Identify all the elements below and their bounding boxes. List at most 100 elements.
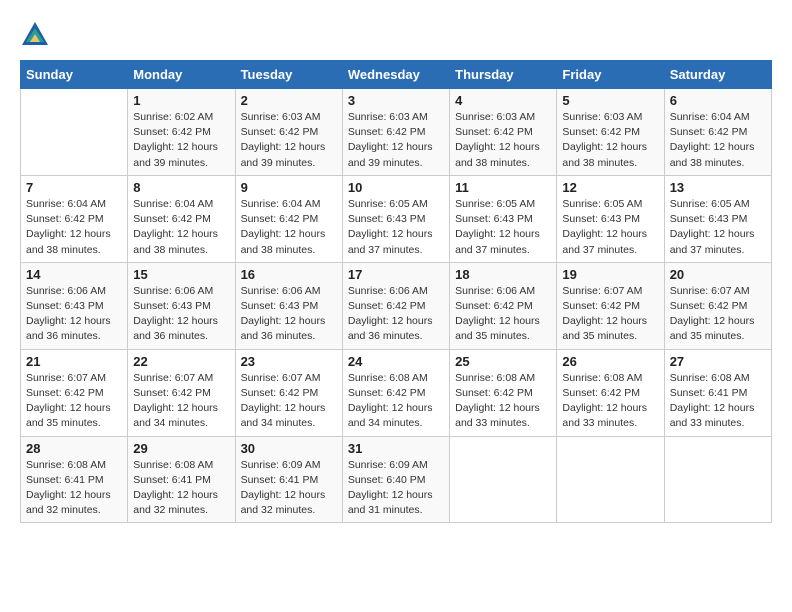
day-info: Sunrise: 6:07 AM Sunset: 6:42 PM Dayligh… [562, 284, 658, 345]
calendar-cell: 22 Sunrise: 6:07 AM Sunset: 6:42 PM Dayli… [128, 349, 235, 436]
day-info: Sunrise: 6:04 AM Sunset: 6:42 PM Dayligh… [670, 110, 766, 171]
day-info: Sunrise: 6:09 AM Sunset: 6:40 PM Dayligh… [348, 458, 444, 519]
calendar-cell [21, 89, 128, 176]
calendar-week-1: 1 Sunrise: 6:02 AM Sunset: 6:42 PM Daylig… [21, 89, 772, 176]
header-saturday: Saturday [664, 61, 771, 89]
day-info: Sunrise: 6:07 AM Sunset: 6:42 PM Dayligh… [670, 284, 766, 345]
day-number: 7 [26, 180, 122, 195]
day-info: Sunrise: 6:09 AM Sunset: 6:41 PM Dayligh… [241, 458, 337, 519]
calendar-cell [557, 436, 664, 523]
day-number: 16 [241, 267, 337, 282]
calendar-week-4: 21 Sunrise: 6:07 AM Sunset: 6:42 PM Dayli… [21, 349, 772, 436]
calendar-cell: 13 Sunrise: 6:05 AM Sunset: 6:43 PM Dayli… [664, 175, 771, 262]
day-info: Sunrise: 6:05 AM Sunset: 6:43 PM Dayligh… [562, 197, 658, 258]
calendar-cell: 31 Sunrise: 6:09 AM Sunset: 6:40 PM Dayli… [342, 436, 449, 523]
day-number: 24 [348, 354, 444, 369]
day-number: 29 [133, 441, 229, 456]
day-number: 2 [241, 93, 337, 108]
day-info: Sunrise: 6:06 AM Sunset: 6:42 PM Dayligh… [348, 284, 444, 345]
calendar-cell [664, 436, 771, 523]
day-info: Sunrise: 6:04 AM Sunset: 6:42 PM Dayligh… [26, 197, 122, 258]
header-sunday: Sunday [21, 61, 128, 89]
day-info: Sunrise: 6:06 AM Sunset: 6:42 PM Dayligh… [455, 284, 551, 345]
header-thursday: Thursday [450, 61, 557, 89]
calendar-cell [450, 436, 557, 523]
day-number: 22 [133, 354, 229, 369]
day-info: Sunrise: 6:08 AM Sunset: 6:41 PM Dayligh… [133, 458, 229, 519]
day-info: Sunrise: 6:07 AM Sunset: 6:42 PM Dayligh… [241, 371, 337, 432]
day-info: Sunrise: 6:03 AM Sunset: 6:42 PM Dayligh… [562, 110, 658, 171]
calendar-cell: 23Sunrise: 6:07 AM Sunset: 6:42 PM Dayli… [235, 349, 342, 436]
day-number: 20 [670, 267, 766, 282]
day-number: 14 [26, 267, 122, 282]
day-number: 10 [348, 180, 444, 195]
calendar-cell: 18 Sunrise: 6:06 AM Sunset: 6:42 PM Dayli… [450, 262, 557, 349]
day-number: 19 [562, 267, 658, 282]
calendar-cell: 2Sunrise: 6:03 AM Sunset: 6:42 PM Daylig… [235, 89, 342, 176]
day-info: Sunrise: 6:05 AM Sunset: 6:43 PM Dayligh… [670, 197, 766, 258]
calendar-cell: 24 Sunrise: 6:08 AM Sunset: 6:42 PM Dayli… [342, 349, 449, 436]
calendar-cell: 17 Sunrise: 6:06 AM Sunset: 6:42 PM Dayli… [342, 262, 449, 349]
day-info: Sunrise: 6:03 AM Sunset: 6:42 PM Dayligh… [348, 110, 444, 171]
calendar-cell: 28 Sunrise: 6:08 AM Sunset: 6:41 PM Dayli… [21, 436, 128, 523]
day-info: Sunrise: 6:04 AM Sunset: 6:42 PM Dayligh… [241, 197, 337, 258]
calendar-cell: 10Sunrise: 6:05 AM Sunset: 6:43 PM Dayli… [342, 175, 449, 262]
calendar-cell: 30Sunrise: 6:09 AM Sunset: 6:41 PM Dayli… [235, 436, 342, 523]
day-info: Sunrise: 6:06 AM Sunset: 6:43 PM Dayligh… [241, 284, 337, 345]
day-number: 28 [26, 441, 122, 456]
calendar-cell: 8 Sunrise: 6:04 AM Sunset: 6:42 PM Daylig… [128, 175, 235, 262]
day-number: 1 [133, 93, 229, 108]
day-info: Sunrise: 6:05 AM Sunset: 6:43 PM Dayligh… [455, 197, 551, 258]
day-number: 26 [562, 354, 658, 369]
header-tuesday: Tuesday [235, 61, 342, 89]
calendar-cell: 26 Sunrise: 6:08 AM Sunset: 6:42 PM Dayli… [557, 349, 664, 436]
calendar-cell: 1 Sunrise: 6:02 AM Sunset: 6:42 PM Daylig… [128, 89, 235, 176]
day-number: 31 [348, 441, 444, 456]
day-number: 15 [133, 267, 229, 282]
day-info: Sunrise: 6:03 AM Sunset: 6:42 PM Dayligh… [455, 110, 551, 171]
calendar-header-row: SundayMondayTuesdayWednesdayThursdayFrid… [21, 61, 772, 89]
day-number: 13 [670, 180, 766, 195]
calendar-cell: 19 Sunrise: 6:07 AM Sunset: 6:42 PM Dayli… [557, 262, 664, 349]
day-info: Sunrise: 6:06 AM Sunset: 6:43 PM Dayligh… [133, 284, 229, 345]
calendar-cell: 21Sunrise: 6:07 AM Sunset: 6:42 PM Dayli… [21, 349, 128, 436]
calendar-cell: 7 Sunrise: 6:04 AM Sunset: 6:42 PM Daylig… [21, 175, 128, 262]
day-info: Sunrise: 6:08 AM Sunset: 6:41 PM Dayligh… [26, 458, 122, 519]
header-monday: Monday [128, 61, 235, 89]
day-number: 11 [455, 180, 551, 195]
day-number: 18 [455, 267, 551, 282]
day-number: 4 [455, 93, 551, 108]
day-info: Sunrise: 6:07 AM Sunset: 6:42 PM Dayligh… [133, 371, 229, 432]
day-number: 17 [348, 267, 444, 282]
day-info: Sunrise: 6:08 AM Sunset: 6:42 PM Dayligh… [348, 371, 444, 432]
logo-icon [20, 20, 50, 50]
calendar-cell: 4 Sunrise: 6:03 AM Sunset: 6:42 PM Daylig… [450, 89, 557, 176]
day-number: 25 [455, 354, 551, 369]
day-info: Sunrise: 6:02 AM Sunset: 6:42 PM Dayligh… [133, 110, 229, 171]
calendar-week-5: 28 Sunrise: 6:08 AM Sunset: 6:41 PM Dayli… [21, 436, 772, 523]
day-info: Sunrise: 6:06 AM Sunset: 6:43 PM Dayligh… [26, 284, 122, 345]
calendar-cell: 5 Sunrise: 6:03 AM Sunset: 6:42 PM Daylig… [557, 89, 664, 176]
calendar-week-3: 14 Sunrise: 6:06 AM Sunset: 6:43 PM Dayli… [21, 262, 772, 349]
header [20, 20, 772, 50]
calendar-cell: 9 Sunrise: 6:04 AM Sunset: 6:42 PM Daylig… [235, 175, 342, 262]
calendar-table: SundayMondayTuesdayWednesdayThursdayFrid… [20, 60, 772, 523]
header-friday: Friday [557, 61, 664, 89]
day-number: 21 [26, 354, 122, 369]
day-number: 9 [241, 180, 337, 195]
day-number: 8 [133, 180, 229, 195]
day-info: Sunrise: 6:08 AM Sunset: 6:42 PM Dayligh… [562, 371, 658, 432]
calendar-cell: 15 Sunrise: 6:06 AM Sunset: 6:43 PM Dayli… [128, 262, 235, 349]
logo [20, 20, 54, 50]
day-info: Sunrise: 6:04 AM Sunset: 6:42 PM Dayligh… [133, 197, 229, 258]
day-number: 5 [562, 93, 658, 108]
calendar-cell: 14 Sunrise: 6:06 AM Sunset: 6:43 PM Dayli… [21, 262, 128, 349]
calendar-cell: 27Sunrise: 6:08 AM Sunset: 6:41 PM Dayli… [664, 349, 771, 436]
calendar-cell: 11 Sunrise: 6:05 AM Sunset: 6:43 PM Dayli… [450, 175, 557, 262]
calendar-cell: 25Sunrise: 6:08 AM Sunset: 6:42 PM Dayli… [450, 349, 557, 436]
calendar-cell: 16 Sunrise: 6:06 AM Sunset: 6:43 PM Dayli… [235, 262, 342, 349]
header-wednesday: Wednesday [342, 61, 449, 89]
calendar-week-2: 7 Sunrise: 6:04 AM Sunset: 6:42 PM Daylig… [21, 175, 772, 262]
calendar-cell: 20 Sunrise: 6:07 AM Sunset: 6:42 PM Dayli… [664, 262, 771, 349]
calendar-cell: 12Sunrise: 6:05 AM Sunset: 6:43 PM Dayli… [557, 175, 664, 262]
